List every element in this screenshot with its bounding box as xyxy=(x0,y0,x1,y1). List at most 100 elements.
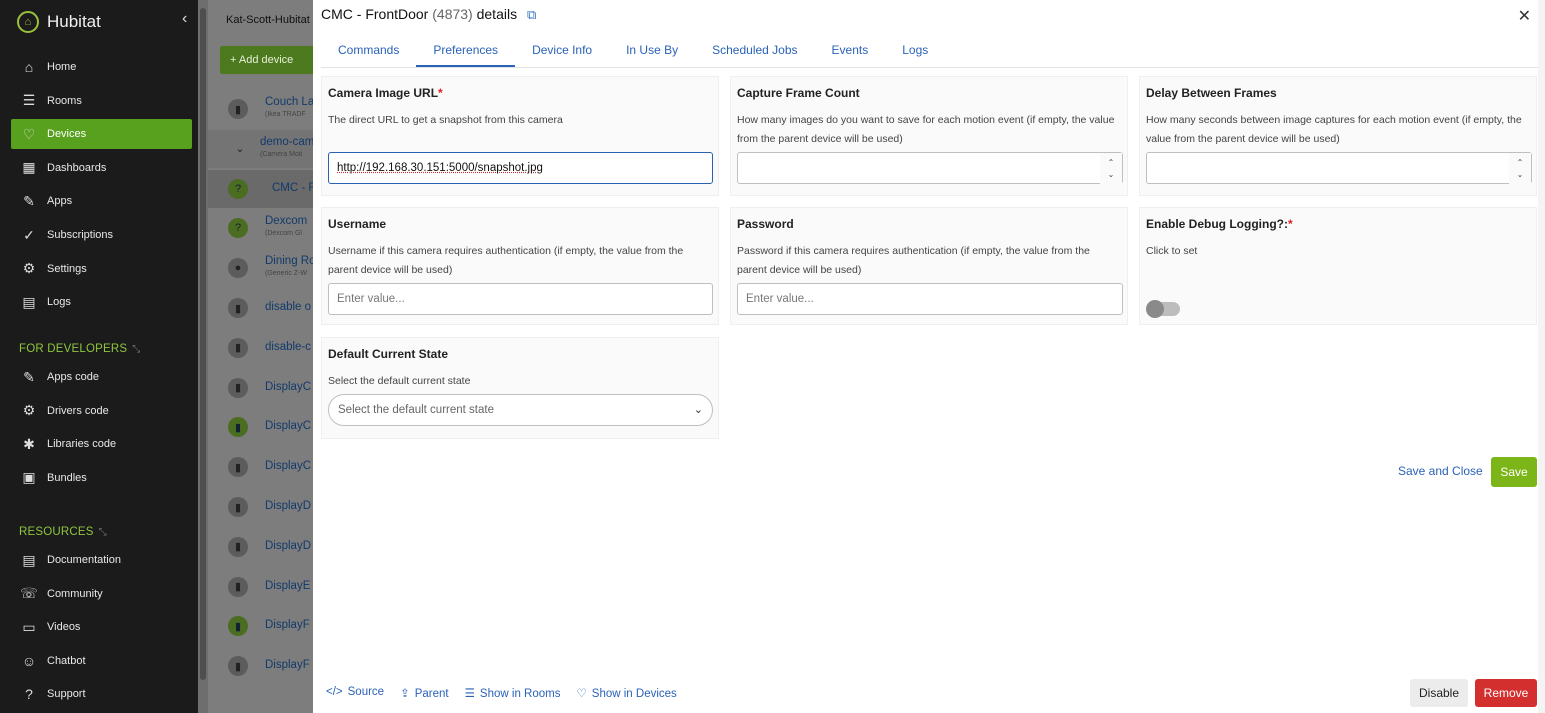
sidebar-item-community[interactable]: ☏ Community xyxy=(11,579,192,609)
sidebar-item-subscriptions[interactable]: ✓ Subscriptions xyxy=(11,220,192,250)
delay-frames-input[interactable]: ⌃ ⌄ xyxy=(1146,152,1532,185)
device-list-item[interactable]: ▮ DisplayE xyxy=(208,568,313,606)
debug-logging-label: Enable Debug Logging?:* xyxy=(1146,217,1293,231)
add-device-button[interactable]: + Add device xyxy=(220,46,313,74)
device-name[interactable]: Dining Ro xyxy=(265,255,313,267)
close-icon[interactable]: ✕ xyxy=(1518,6,1531,26)
chevron-down-icon: ⌄ xyxy=(693,404,703,416)
device-type-icon: ? xyxy=(228,178,248,199)
device-list-item[interactable]: ▮ DisplayC xyxy=(208,408,313,446)
device-list-item[interactable]: ▮ DisplayD xyxy=(208,528,313,566)
device-list-item[interactable]: ▮ DisplayC xyxy=(208,369,313,407)
tab-scheduled-jobs[interactable]: Scheduled Jobs xyxy=(695,36,814,67)
number-stepper[interactable]: ⌃ ⌄ xyxy=(1509,153,1531,185)
stepper-down-icon[interactable]: ⌄ xyxy=(1517,169,1524,181)
for-developers-label: FOR DEVELOPERS ⤡ xyxy=(19,343,141,355)
device-list-item[interactable]: ▮ DisplayC xyxy=(208,448,313,486)
delay-frames-description: How many seconds between image captures … xyxy=(1146,114,1522,145)
sidebar-item-documentation[interactable]: ▤ Documentation xyxy=(11,545,192,575)
device-list-item[interactable]: ▮ DisplayF xyxy=(208,647,313,685)
device-list-item[interactable]: ? CMC - F xyxy=(208,169,313,208)
device-name[interactable]: DisplayC xyxy=(265,420,311,432)
scrollbar-thumb[interactable] xyxy=(200,8,206,680)
source-link[interactable]: </> Source xyxy=(326,686,384,700)
sidebar-item-dashboards[interactable]: ▦ Dashboards xyxy=(11,153,192,183)
stepper-up-icon[interactable]: ⌃ xyxy=(1517,157,1524,169)
device-name[interactable]: disable-c xyxy=(265,341,311,353)
sidebar-item-label: Community xyxy=(47,587,103,600)
sidebar-item-videos[interactable]: ▭ Videos xyxy=(11,612,192,642)
device-name[interactable]: DisplayC xyxy=(265,460,311,472)
sidebar-item-apps[interactable]: ✎ Apps xyxy=(11,186,192,216)
device-name[interactable]: DisplayF xyxy=(265,619,310,631)
show-in-devices-link[interactable]: ♡ Show in Devices xyxy=(576,686,676,700)
community-icon: ☏ xyxy=(20,585,38,602)
frame-count-description: How many images do you want to save for … xyxy=(737,114,1115,145)
remove-button[interactable]: Remove xyxy=(1475,679,1537,707)
device-name[interactable]: DisplayD xyxy=(265,540,311,552)
sidebar-item-drivers-code[interactable]: ⚙ Drivers code xyxy=(11,396,192,426)
sidebar-item-logs[interactable]: ▤ Logs xyxy=(11,287,192,317)
brand[interactable]: ⌂ Hubitat xyxy=(17,9,101,35)
sidebar-item-settings[interactable]: ⚙ Settings xyxy=(11,254,192,284)
collapse-sidebar-icon[interactable]: ‹ xyxy=(182,10,187,28)
device-driver: (Generic Z-W xyxy=(265,270,307,278)
number-stepper[interactable]: ⌃ ⌄ xyxy=(1100,153,1122,185)
debug-logging-card: Enable Debug Logging?:* Click to set xyxy=(1139,207,1537,325)
rooms-icon: ☰ xyxy=(22,92,36,109)
tab-preferences[interactable]: Preferences xyxy=(416,36,516,67)
external-link-icon[interactable]: ⧉ xyxy=(527,7,536,22)
device-name[interactable]: CMC - F xyxy=(272,182,313,194)
device-name[interactable]: Couch La xyxy=(265,96,313,108)
device-list-item[interactable]: ▮ disable o xyxy=(208,289,313,327)
device-list-item[interactable]: ▮ disable-c xyxy=(208,329,313,367)
sidebar-item-bundles[interactable]: ▣ Bundles xyxy=(11,463,192,493)
pin-icon[interactable]: ⤡ xyxy=(132,344,140,355)
sidebar-item-chatbot[interactable]: ☺ Chatbot xyxy=(11,646,192,676)
show-in-rooms-link[interactable]: ☰ Show in Rooms xyxy=(465,686,561,700)
frame-count-input[interactable]: ⌃ ⌄ xyxy=(737,152,1123,185)
device-name[interactable]: DisplayC xyxy=(265,381,311,393)
save-button[interactable]: Save xyxy=(1491,457,1537,487)
device-list-item[interactable]: ▮ DisplayD xyxy=(208,488,313,526)
camera-url-input[interactable]: http://192.168.30.151:5000/snapshot.jpg xyxy=(328,152,713,184)
sidebar-item-rooms[interactable]: ☰ Rooms xyxy=(11,86,192,116)
sidebar-item-support[interactable]: ? Support xyxy=(11,679,192,709)
tab-events[interactable]: Events xyxy=(815,36,886,67)
save-and-close-button[interactable]: Save and Close xyxy=(1398,464,1483,478)
default-state-select[interactable]: Select the default current state ⌄ xyxy=(328,394,713,426)
sidebar-item-apps-code[interactable]: ✎ Apps code xyxy=(11,362,192,392)
device-name[interactable]: Dexcom xyxy=(265,215,307,227)
device-list-item[interactable]: ● Dining Ro (Generic Z-W xyxy=(208,249,313,287)
device-name[interactable]: DisplayD xyxy=(265,500,311,512)
username-input[interactable]: Enter value... xyxy=(328,283,713,315)
sidebar-item-devices[interactable]: ♡ Devices xyxy=(11,119,192,150)
tab-device-info[interactable]: Device Info xyxy=(515,36,609,67)
device-list-item[interactable]: ▮ Couch La (Ikea TRADF xyxy=(208,90,313,128)
password-input[interactable]: Enter value... xyxy=(737,283,1123,315)
page-scrollbar[interactable] xyxy=(1538,0,1545,713)
tab-commands[interactable]: Commands xyxy=(321,36,416,67)
disable-button[interactable]: Disable xyxy=(1410,679,1468,707)
device-list-scrollbar[interactable] xyxy=(198,0,208,713)
expand-chevron-icon: ⌄ xyxy=(235,143,245,156)
stepper-down-icon[interactable]: ⌄ xyxy=(1108,169,1115,181)
device-name[interactable]: DisplayE xyxy=(265,580,310,592)
device-name[interactable]: demo-cam xyxy=(260,136,313,148)
device-name[interactable]: DisplayF xyxy=(265,659,310,671)
device-list-item[interactable]: ▮ DisplayF xyxy=(208,607,313,645)
parent-link[interactable]: ⇪ Parent xyxy=(400,686,449,700)
pin-icon[interactable]: ⤡ xyxy=(99,527,107,538)
sidebar-item-home[interactable]: ⌂ Home xyxy=(11,52,192,82)
device-name[interactable]: disable o xyxy=(265,301,311,313)
device-list-item[interactable]: ⌄ demo-cam (Camera Moti xyxy=(208,129,313,168)
device-list-item[interactable]: ? Dexcom (Dexcom Gl xyxy=(208,209,313,247)
tab-logs[interactable]: Logs xyxy=(885,36,945,67)
sidebar-item-libraries-code[interactable]: ✱ Libraries code xyxy=(11,429,192,459)
tab-in-use-by[interactable]: In Use By xyxy=(609,36,695,67)
device-type-icon: ▮ xyxy=(228,298,248,318)
stepper-up-icon[interactable]: ⌃ xyxy=(1108,157,1115,169)
debug-logging-toggle[interactable] xyxy=(1146,300,1180,318)
device-type-icon: ▮ xyxy=(228,536,248,557)
sidebar-item-label: Drivers code xyxy=(47,404,109,417)
